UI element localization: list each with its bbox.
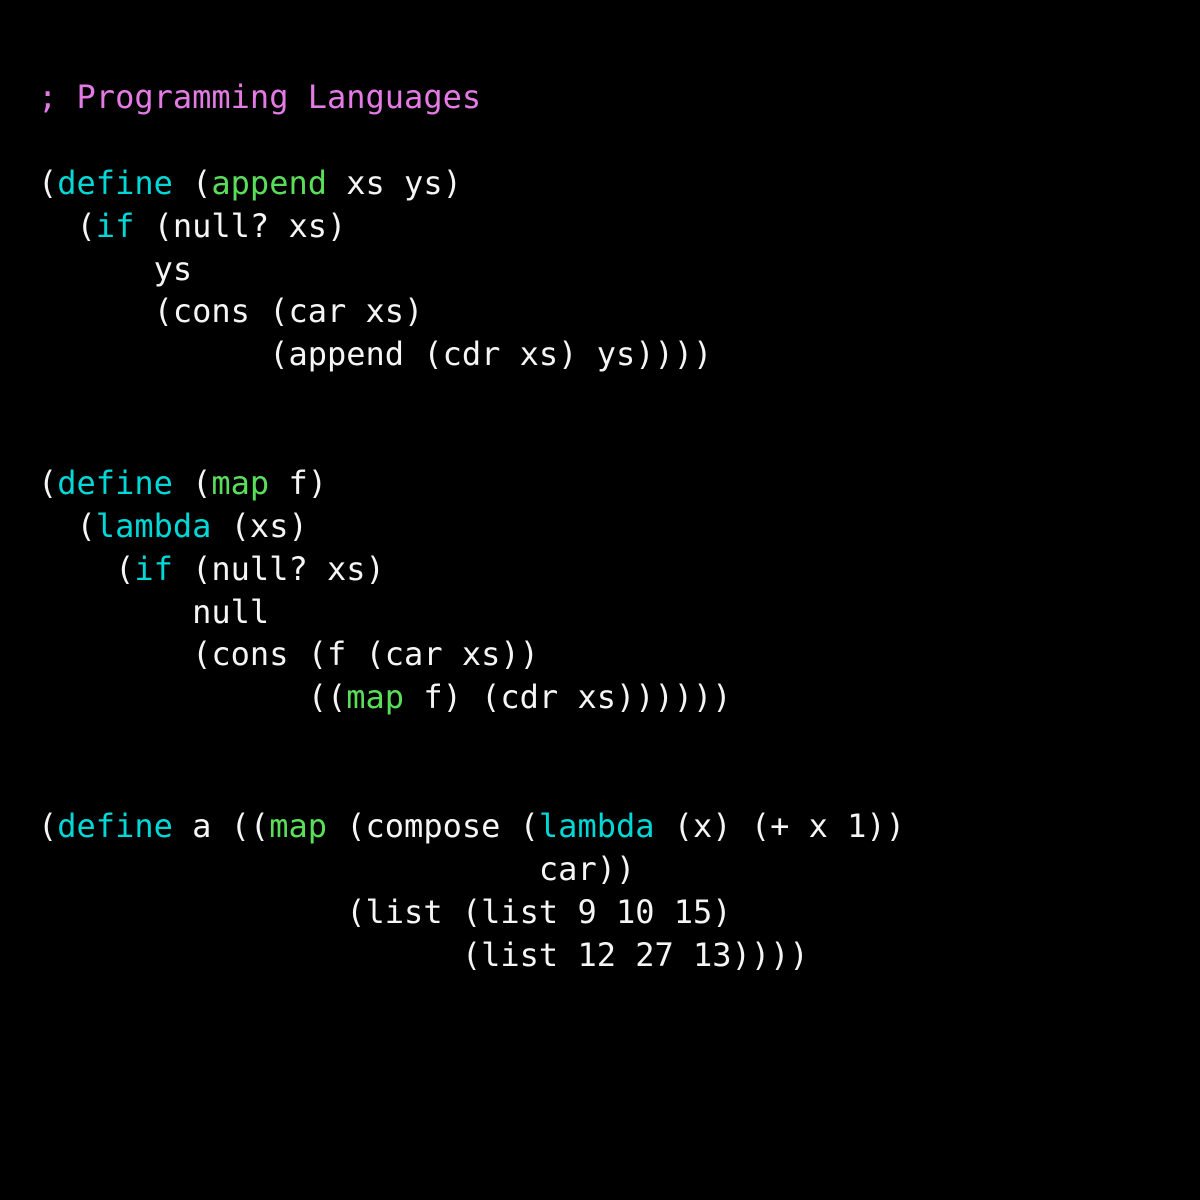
id-plus: + bbox=[770, 807, 789, 845]
id-list: list bbox=[366, 893, 443, 931]
id-a: a bbox=[192, 807, 211, 845]
id-cdr: cdr bbox=[443, 335, 501, 373]
keyword-lambda: lambda bbox=[96, 507, 212, 545]
code-editor: ; Programming Languages (define (append … bbox=[0, 0, 1200, 976]
num-1: 1 bbox=[847, 807, 866, 845]
id-ys: ys bbox=[404, 164, 443, 202]
id-xs: xs bbox=[346, 164, 385, 202]
fn-append: append bbox=[211, 164, 327, 202]
keyword-if: if bbox=[96, 207, 135, 245]
fn-map: map bbox=[211, 464, 269, 502]
comment-line: ; Programming Languages bbox=[38, 78, 481, 116]
id-nullq: null? bbox=[173, 207, 269, 245]
id-compose: compose bbox=[366, 807, 501, 845]
keyword-define: define bbox=[57, 164, 173, 202]
paren: ( bbox=[38, 164, 57, 202]
id-car: car bbox=[288, 292, 346, 330]
id-null: null bbox=[192, 593, 269, 631]
id-x: x bbox=[693, 807, 712, 845]
id-f: f bbox=[288, 464, 307, 502]
id-cons: cons bbox=[173, 292, 250, 330]
